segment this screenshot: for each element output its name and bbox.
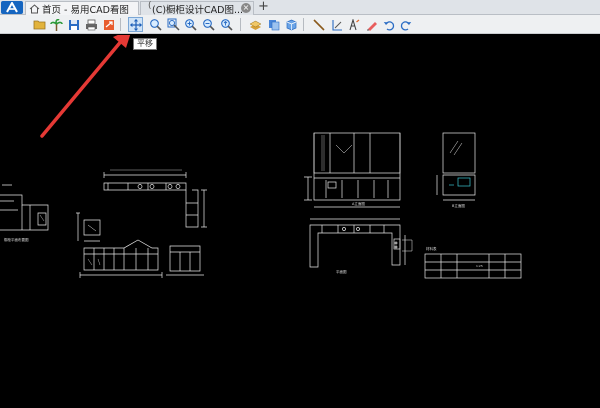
measure-line-icon[interactable] <box>311 17 326 32</box>
tab-document[interactable]: (C)橱柜设计CAD图... × <box>140 1 254 16</box>
plan-left-drawing <box>0 184 49 231</box>
markup-icon[interactable] <box>364 17 379 32</box>
measure-coord-icon[interactable] <box>329 17 344 32</box>
save-icon[interactable] <box>66 17 81 32</box>
cad-canvas[interactable]: 橱柜平面布置图 A立面图 B立面图 平面图 材料表 1:25 <box>0 29 600 408</box>
elevation-a-label: A立面图 <box>352 201 365 206</box>
zoom-realtime-icon[interactable] <box>219 17 234 32</box>
elevation-a-drawing <box>304 132 401 208</box>
elevation-b-label: B立面图 <box>452 203 465 208</box>
redo-icon[interactable] <box>398 17 413 32</box>
plan-left-label: 橱柜平面布置图 <box>4 237 29 242</box>
undo-icon[interactable] <box>381 17 396 32</box>
toolbar-separator <box>240 18 241 31</box>
cabinet-plan-drawing <box>103 169 207 228</box>
small-detail-drawing <box>76 212 101 242</box>
table-title-label: 材料表 <box>426 246 437 251</box>
open-folder-icon[interactable] <box>32 17 47 32</box>
pan-icon[interactable] <box>128 17 143 32</box>
tab-document-label: (C)橱柜设计CAD图... <box>152 4 244 16</box>
app-logo-icon <box>6 2 18 13</box>
export-icon[interactable] <box>101 17 116 32</box>
layer-icon[interactable] <box>248 17 263 32</box>
3d-box-icon[interactable] <box>284 17 299 32</box>
elevation-b-drawing <box>436 132 476 201</box>
title-bar: 首页 - 易用CAD看图 (C)橱柜设计CAD图... × ( + <box>0 0 600 16</box>
zoom-window-icon[interactable] <box>148 17 163 32</box>
plan-main-drawing <box>309 218 413 268</box>
plan-main-label: 平面图 <box>336 269 347 274</box>
tab-close-button[interactable]: × <box>241 3 251 13</box>
zoom-in-icon[interactable] <box>183 17 198 32</box>
material-table-drawing <box>424 253 522 279</box>
tab-home[interactable]: 首页 - 易用CAD看图 <box>25 1 139 16</box>
layout-icon[interactable] <box>266 17 281 32</box>
zoom-out-icon[interactable] <box>201 17 216 32</box>
elevation-lower-drawing <box>79 239 163 278</box>
zoom-extents-icon[interactable] <box>166 17 181 32</box>
new-tab-button[interactable]: + <box>258 0 269 14</box>
app-logo <box>1 1 23 14</box>
text-icon[interactable] <box>346 17 361 32</box>
toolbar-separator <box>120 18 121 31</box>
elevation-small-drawing <box>166 245 204 276</box>
print-icon[interactable] <box>84 17 99 32</box>
cad-drawing[interactable]: 橱柜平面布置图 A立面图 B立面图 平面图 材料表 1:25 <box>0 29 600 408</box>
toolbar-separator <box>303 18 304 31</box>
annotation-arrow <box>40 29 132 138</box>
tab-marker: ( <box>148 1 152 11</box>
table-cell-label: 1:25 <box>476 264 483 268</box>
palm-tree-icon[interactable] <box>49 17 64 32</box>
home-icon <box>29 3 40 13</box>
toolbar <box>0 15 600 34</box>
tab-home-label: 首页 - 易用CAD看图 <box>42 4 129 16</box>
